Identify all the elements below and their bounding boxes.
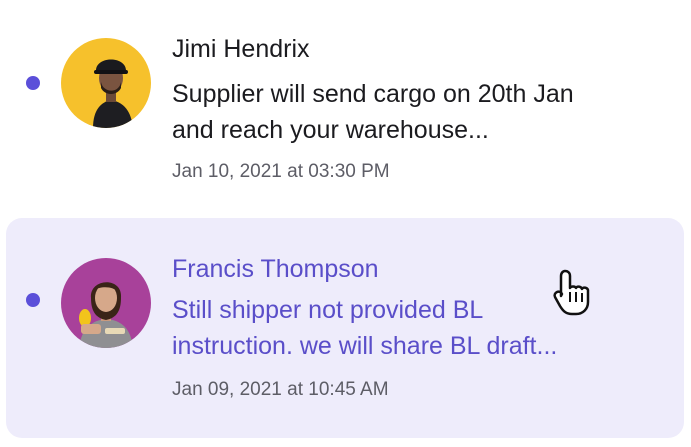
message-preview: Supplier will send cargo on 20th Jan and…	[172, 76, 652, 148]
message-timestamp: Jan 10, 2021 at 03:30 PM	[172, 161, 390, 182]
sender-name: Jimi Hendrix	[172, 35, 310, 63]
message-list: Jimi Hendrix Supplier will send cargo on…	[0, 0, 691, 447]
hand-pointer-icon	[553, 269, 590, 316]
message-item-selected[interactable]: Francis Thompson Still shipper not provi…	[6, 218, 684, 438]
sender-name: Francis Thompson	[172, 255, 379, 283]
message-item[interactable]: Jimi Hendrix Supplier will send cargo on…	[6, 8, 684, 208]
avatar-image	[61, 38, 151, 128]
avatar	[61, 38, 151, 128]
unread-dot-icon	[26, 293, 40, 307]
message-preview-line: Supplier will send cargo on 20th Jan	[172, 80, 574, 108]
message-preview-line: instruction. we will share BL draft...	[172, 332, 558, 360]
avatar-image	[61, 258, 151, 348]
unread-dot-icon	[26, 76, 40, 90]
message-preview-line: and reach your warehouse...	[172, 116, 489, 144]
message-timestamp: Jan 09, 2021 at 10:45 AM	[172, 379, 389, 400]
avatar	[61, 258, 151, 348]
